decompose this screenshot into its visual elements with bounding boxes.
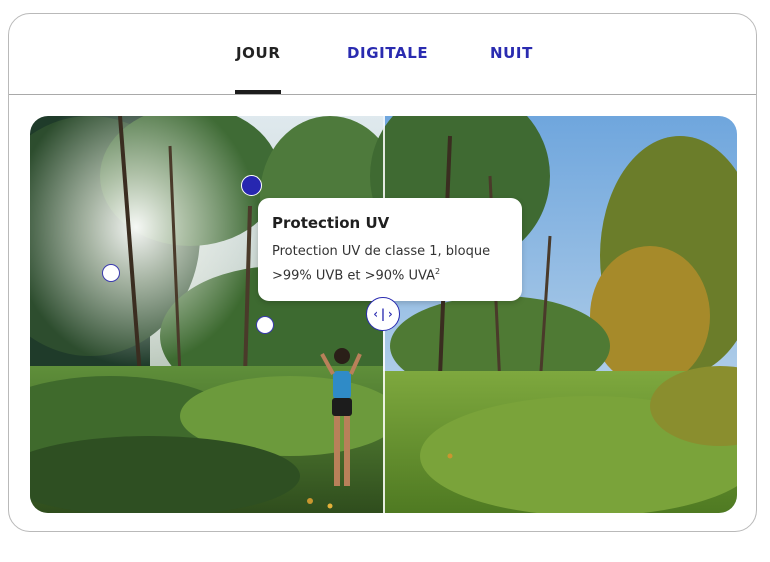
- hotspot-tooltip: Protection UV Protection UV de classe 1,…: [258, 198, 522, 301]
- tooltip-body: Protection UV de classe 1, bloque >99% U…: [272, 242, 508, 286]
- forest-scene-image: Protection UV Protection UV de classe 1,…: [30, 116, 737, 513]
- tab-jour[interactable]: JOUR: [236, 44, 280, 62]
- tab-nuit[interactable]: NUIT: [490, 44, 533, 62]
- tab-digitale[interactable]: DIGITALE: [347, 44, 428, 62]
- tooltip-footnote: 2: [435, 267, 441, 276]
- tooltip-body-line2: >99% UVB et >90% UVA: [272, 268, 435, 284]
- active-tab-indicator: [235, 90, 281, 94]
- hotspot-uv-protection[interactable]: [241, 175, 262, 196]
- lens-mode-tabs: JOUR DIGITALE NUIT: [9, 14, 756, 95]
- comparison-slider-handle[interactable]: ‹|›: [366, 297, 400, 331]
- compare-arrows-icon: ‹|›: [372, 307, 394, 321]
- comparison-card: JOUR DIGITALE NUIT Protection UV Protect…: [8, 13, 757, 532]
- tooltip-body-line1: Protection UV de classe 1, bloque: [272, 244, 491, 259]
- hotspot-center[interactable]: [256, 316, 274, 334]
- tooltip-title: Protection UV: [272, 214, 390, 232]
- hotspot-left[interactable]: [102, 264, 120, 282]
